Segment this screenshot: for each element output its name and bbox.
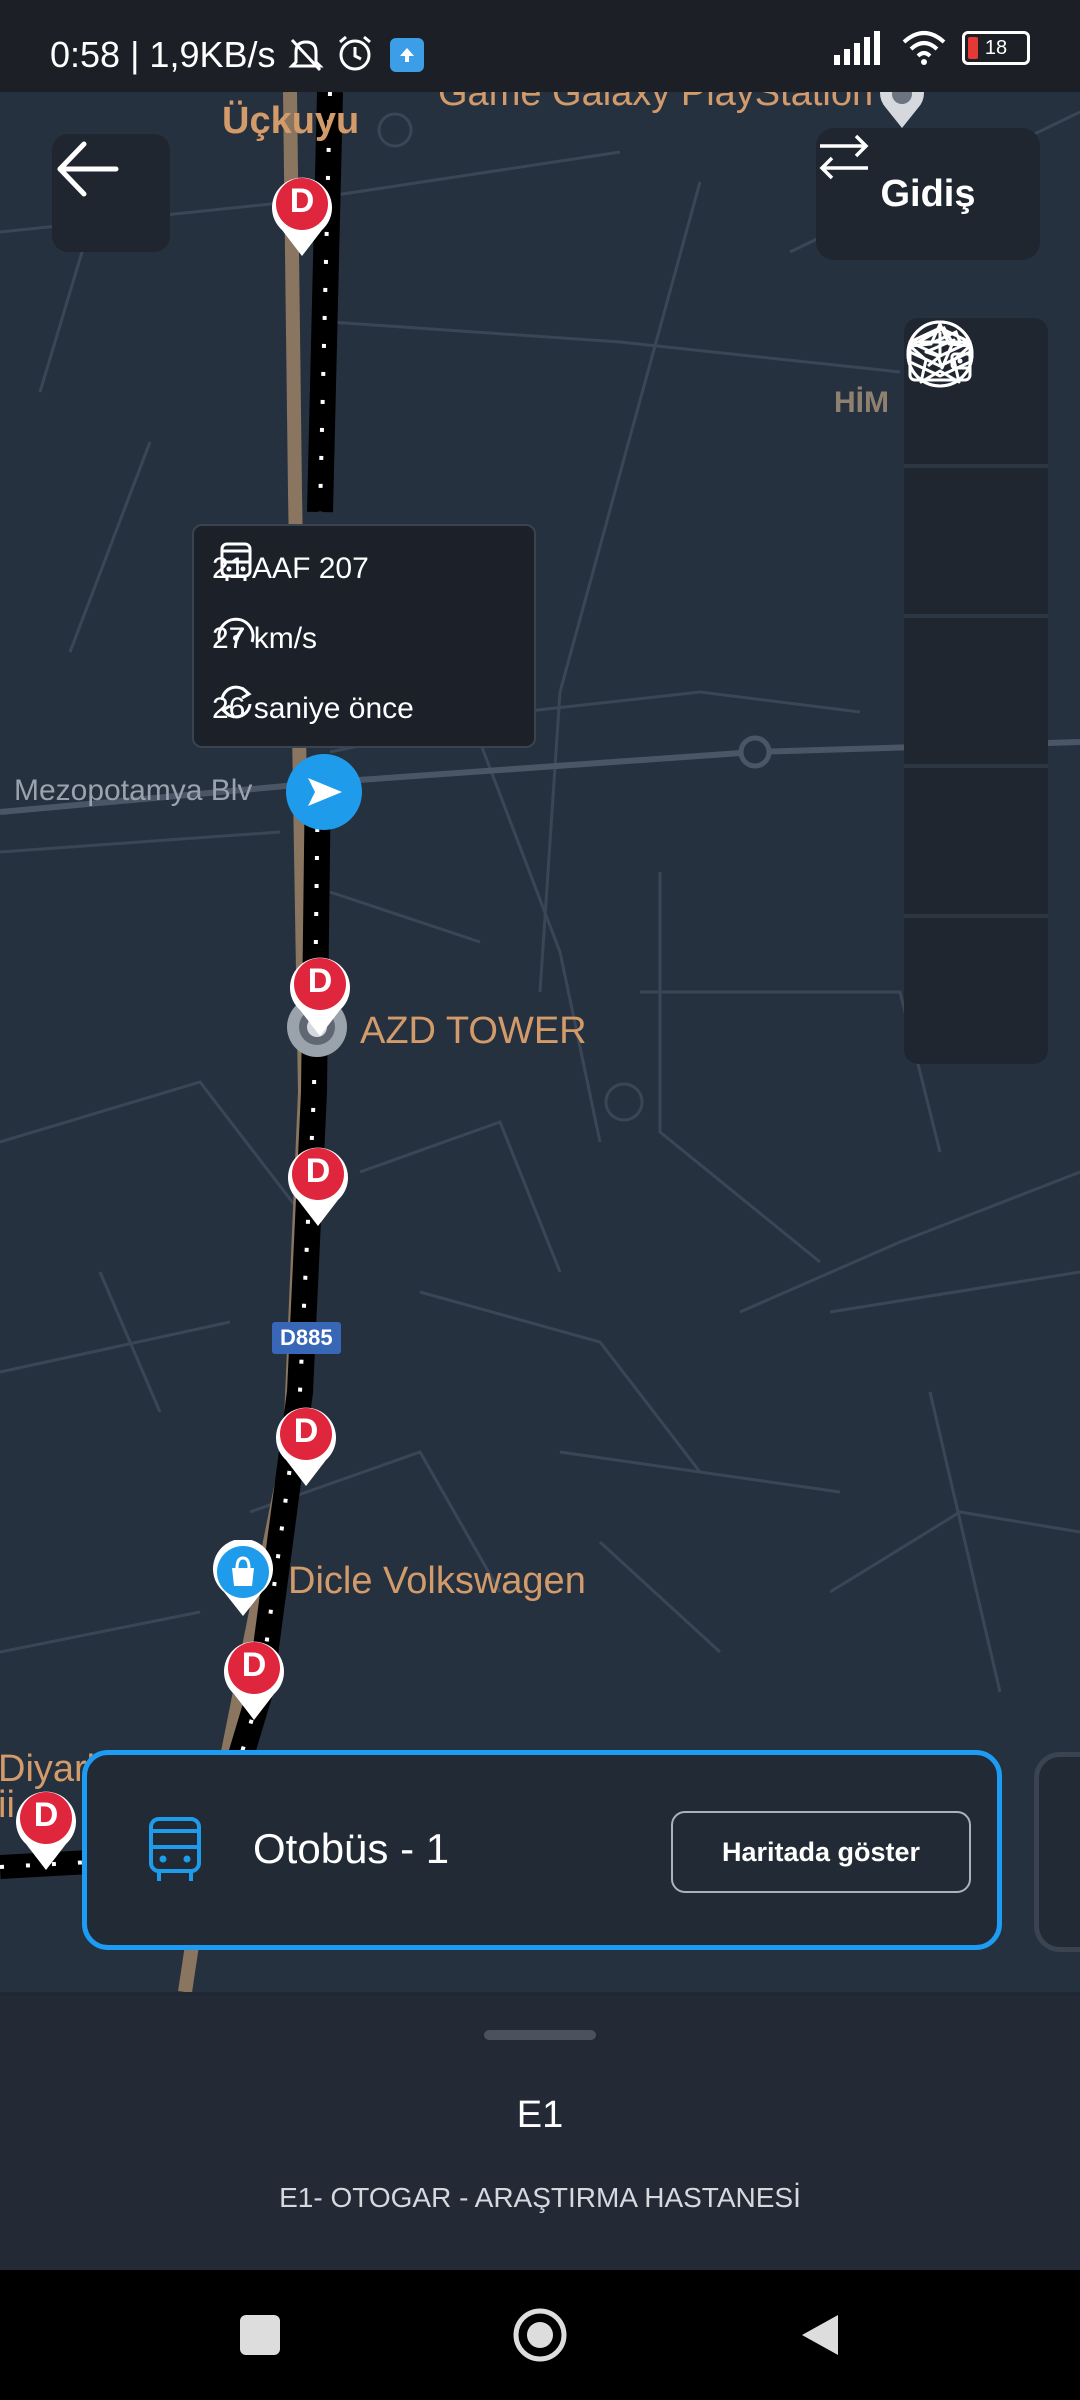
status-time: 0:58 | 1,9KB/s [50,34,276,75]
stop-marker-letter: D [305,1152,331,1190]
alarm-icon [339,35,371,71]
refresh-icon [220,685,252,719]
map-view[interactable]: Game Galaxy PlayStation Üçkuyu HİM Mezop… [0,92,1080,1992]
vehicle-plate-row: 21 AAF 207 [212,538,516,600]
show-on-map-button[interactable]: Haritada göster [671,1811,971,1893]
direction-toggle-button[interactable]: Gidiş [816,128,1040,260]
speedometer-icon [217,617,255,643]
stop-marker-letter: D [289,182,315,220]
arrow-left-icon [57,141,119,197]
fare-wallet-button[interactable] [904,325,1048,918]
upload-notification-icon [390,38,424,72]
bus-icon [220,542,252,581]
poi-pin-icon[interactable] [872,92,932,132]
street-label: Mezopotamya Blv [14,774,253,807]
map-tools-panel [904,318,1048,1064]
sheet-drag-handle[interactable] [484,2030,596,2040]
favorites-button[interactable] [904,322,1048,1064]
stop-marker-letter: D [307,962,333,1000]
vehicle-speed-row: 27 km/s [212,608,516,670]
line-description: E1- OTOGAR - ARAŞTIRMA HASTANESİ [279,2182,801,2213]
area-label: HİM [834,386,889,419]
route-name: Otobüs - 1 [253,1825,450,1872]
wifi-icon [902,31,946,65]
status-bar: 0:58 | 1,9KB/s 18 [0,0,1080,92]
swap-arrows-icon [819,134,869,180]
star-icon [908,322,972,384]
back-nav-icon[interactable] [798,2311,842,2359]
poi-label-dicle-volkswagen: Dicle Volkswagen [288,1560,586,1602]
stop-marker-letter: D [293,1412,319,1450]
system-nav-bar [0,2270,1080,2400]
vehicle-update-row: 26 saniye önce [212,678,516,740]
line-code: E1 [516,2094,564,2136]
recent-apps-icon[interactable] [238,2313,282,2357]
poi-label-azd-tower: AZD TOWER [360,1010,587,1052]
poi-label-game-galaxy: Game Galaxy PlayStation [438,92,874,114]
schedule-button[interactable] [904,320,1048,768]
direction-label: Gidiş [880,172,976,215]
battery-indicator: 18 [962,31,1030,65]
home-icon[interactable] [512,2307,568,2363]
shopping-poi-icon[interactable] [208,1540,278,1620]
bus-icon [149,1817,201,1881]
stop-marker-letter: D [33,1796,59,1834]
road-badge: D885 [272,1322,341,1354]
route-card[interactable]: Otobüs - 1 Haritada göster [82,1750,1002,1950]
district-label: Üçkuyu [222,100,360,142]
poi-label-edge-2: ii [0,1784,15,1826]
stop-marker-letter: D [241,1646,267,1684]
map-layers-button[interactable] [904,326,1048,618]
line-details-sheet[interactable]: E1 E1- OTOGAR - ARAŞTIRMA HASTANESİ [0,1996,1080,2270]
next-route-card[interactable] [1034,1752,1080,1952]
vehicle-location-icon[interactable] [284,752,364,832]
bell-muted-icon [288,38,324,72]
vehicle-info-card: 21 AAF 207 27 km/s 26 saniye önce [192,524,536,748]
signal-icon [834,31,880,65]
back-button[interactable] [52,134,170,252]
